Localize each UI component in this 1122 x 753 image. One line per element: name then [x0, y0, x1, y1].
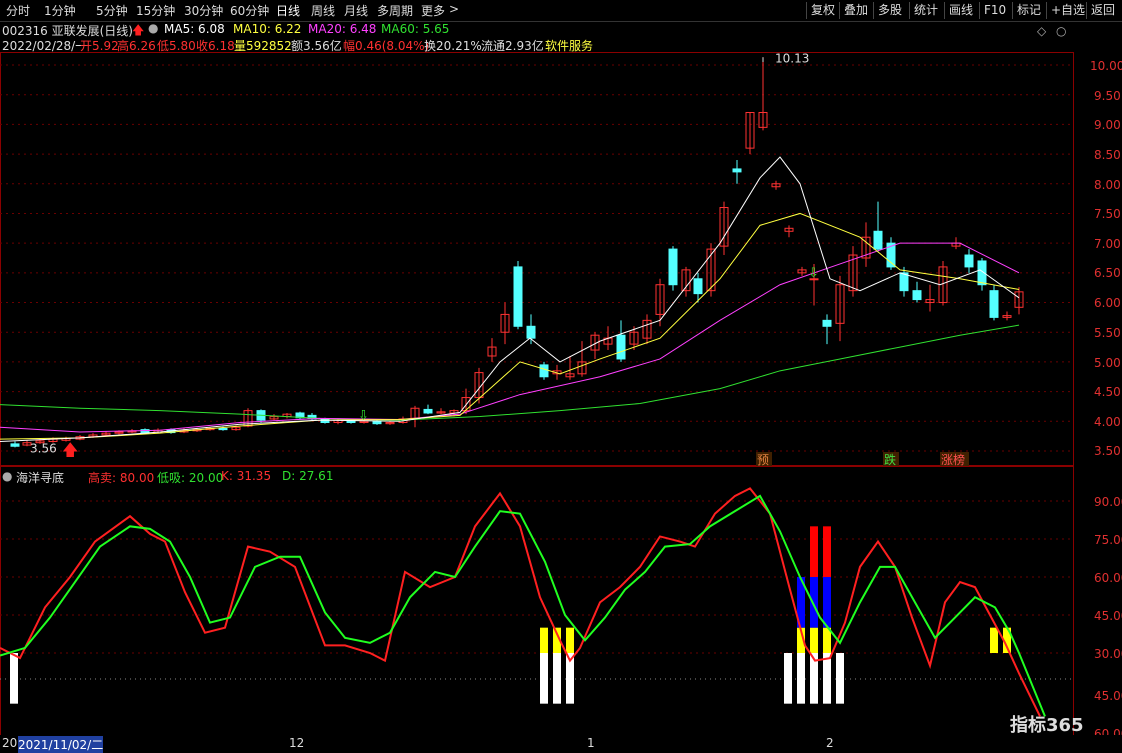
tab-5min[interactable]: 5分钟 — [96, 2, 128, 19]
ind-y-tick: 45.00 — [1094, 689, 1122, 703]
blue-bar — [810, 577, 818, 628]
signal-label: 预 — [757, 453, 769, 467]
tab-timeshare[interactable]: 分时 — [6, 2, 30, 19]
yellow-bar — [990, 627, 998, 653]
candle-body — [513, 266, 523, 327]
y-tick: 8.50 — [1094, 148, 1121, 162]
candle-body — [822, 319, 832, 327]
ind-y-tick: 30.00 — [1094, 647, 1122, 661]
candle-body — [10, 443, 20, 447]
ma20-line — [0, 242, 1020, 433]
candle-body — [899, 272, 909, 292]
candle-body — [693, 278, 703, 295]
signal-label: 涨榜 — [941, 452, 965, 467]
draw-line-button[interactable]: 画线 — [944, 2, 977, 19]
buy-arrow-icon: 🡅 — [62, 440, 78, 459]
k-line — [0, 487, 1041, 717]
high-label: 10.13 — [775, 51, 809, 65]
red-bar — [810, 526, 818, 577]
ind-y-tick: 75.00 — [1094, 533, 1122, 547]
mark-button[interactable]: 标记 — [1012, 2, 1045, 19]
d-line — [0, 494, 1046, 717]
add-watchlist-button[interactable]: +自选 — [1046, 2, 1089, 19]
x-axis-start-date: 2021/11/02/二 — [18, 736, 104, 753]
tab-more[interactable]: 更多 — [421, 2, 445, 19]
y-tick: 9.00 — [1094, 118, 1121, 132]
ma5-line — [0, 156, 1020, 442]
y-tick: 7.00 — [1094, 237, 1121, 251]
f10-button[interactable]: F10 — [979, 2, 1010, 19]
toolbar: 分时 1分钟 5分钟 15分钟 30分钟 60分钟 日线 周线 月线 多周期 更… — [0, 0, 1122, 22]
white-bar — [823, 653, 831, 704]
white-bar — [10, 653, 18, 704]
ind-y-tick: 60.00 — [1094, 571, 1122, 585]
y-tick: 9.50 — [1094, 89, 1121, 103]
signal-label: 跌 — [884, 452, 896, 467]
statistics-button[interactable]: 统计 — [909, 2, 942, 19]
red-bar — [823, 526, 831, 577]
candle-body — [218, 427, 228, 431]
tab-weekly[interactable]: 周线 — [311, 2, 335, 19]
tab-daily[interactable]: 日线 — [276, 2, 300, 19]
ma60-line — [0, 324, 1020, 421]
tab-60min[interactable]: 60分钟 — [230, 2, 269, 19]
tab-1min[interactable]: 1分钟 — [44, 2, 76, 19]
candle-body — [372, 420, 382, 425]
y-tick: 8.00 — [1094, 178, 1121, 192]
blue-bar — [823, 577, 831, 628]
sell-arrow-icon: ⇩ — [358, 408, 369, 423]
candle-body — [873, 230, 883, 250]
candle-body — [964, 254, 974, 268]
multi-stock-button[interactable]: 多股 — [873, 2, 906, 19]
x-axis-label: 1 — [587, 736, 595, 750]
y-tick: 7.50 — [1094, 207, 1121, 221]
candle-body — [732, 168, 742, 173]
y-tick: 5.00 — [1094, 356, 1121, 370]
white-bar — [540, 653, 548, 704]
ind-y-tick: 45.00 — [1094, 609, 1122, 623]
yellow-bar — [540, 627, 548, 653]
candle-body — [989, 290, 999, 318]
x-axis — [0, 735, 1122, 750]
candle-body — [912, 290, 922, 301]
y-tick: 6.00 — [1094, 296, 1121, 310]
y-tick: 3.50 — [1094, 444, 1121, 458]
y-tick: 10.00 — [1090, 59, 1122, 73]
chevron-right-icon[interactable]: > — [449, 2, 459, 16]
y-tick: 5.50 — [1094, 326, 1121, 340]
candle-body — [616, 334, 626, 360]
x-axis-label: 12 — [289, 736, 305, 750]
white-bar — [797, 653, 805, 704]
white-bar — [836, 653, 844, 704]
kline-chart[interactable]: 10.13 3.56 🡅 ⇩ ⇩ 预 跌 涨榜 — [0, 21, 1072, 736]
candle-body — [526, 325, 536, 339]
x-axis-left-cut: 20 — [2, 736, 18, 750]
x-axis-label: 2 — [826, 736, 834, 750]
low-label: 3.56 — [30, 441, 57, 455]
restore-rights-button[interactable]: 复权 — [806, 2, 839, 19]
yellow-bar — [810, 627, 818, 653]
y-tick: 6.50 — [1094, 266, 1121, 280]
ind-y-tick: 90.00 — [1094, 495, 1122, 509]
sell-arrow-icon: ⇩ — [808, 266, 819, 281]
candle-body — [539, 364, 549, 378]
overlay-button[interactable]: 叠加 — [839, 2, 872, 19]
y-tick: 4.50 — [1094, 385, 1121, 399]
y-tick: 4.00 — [1094, 415, 1121, 429]
white-bar — [553, 653, 561, 704]
candle-body — [668, 248, 678, 286]
tab-30min[interactable]: 30分钟 — [184, 2, 223, 19]
yellow-bar — [566, 627, 574, 653]
tab-15min[interactable]: 15分钟 — [136, 2, 175, 19]
white-bar — [784, 653, 792, 704]
tab-monthly[interactable]: 月线 — [344, 2, 368, 19]
candle-body — [423, 408, 433, 414]
tab-multi-period[interactable]: 多周期 — [377, 2, 413, 19]
back-button[interactable]: 返回 — [1086, 2, 1119, 19]
